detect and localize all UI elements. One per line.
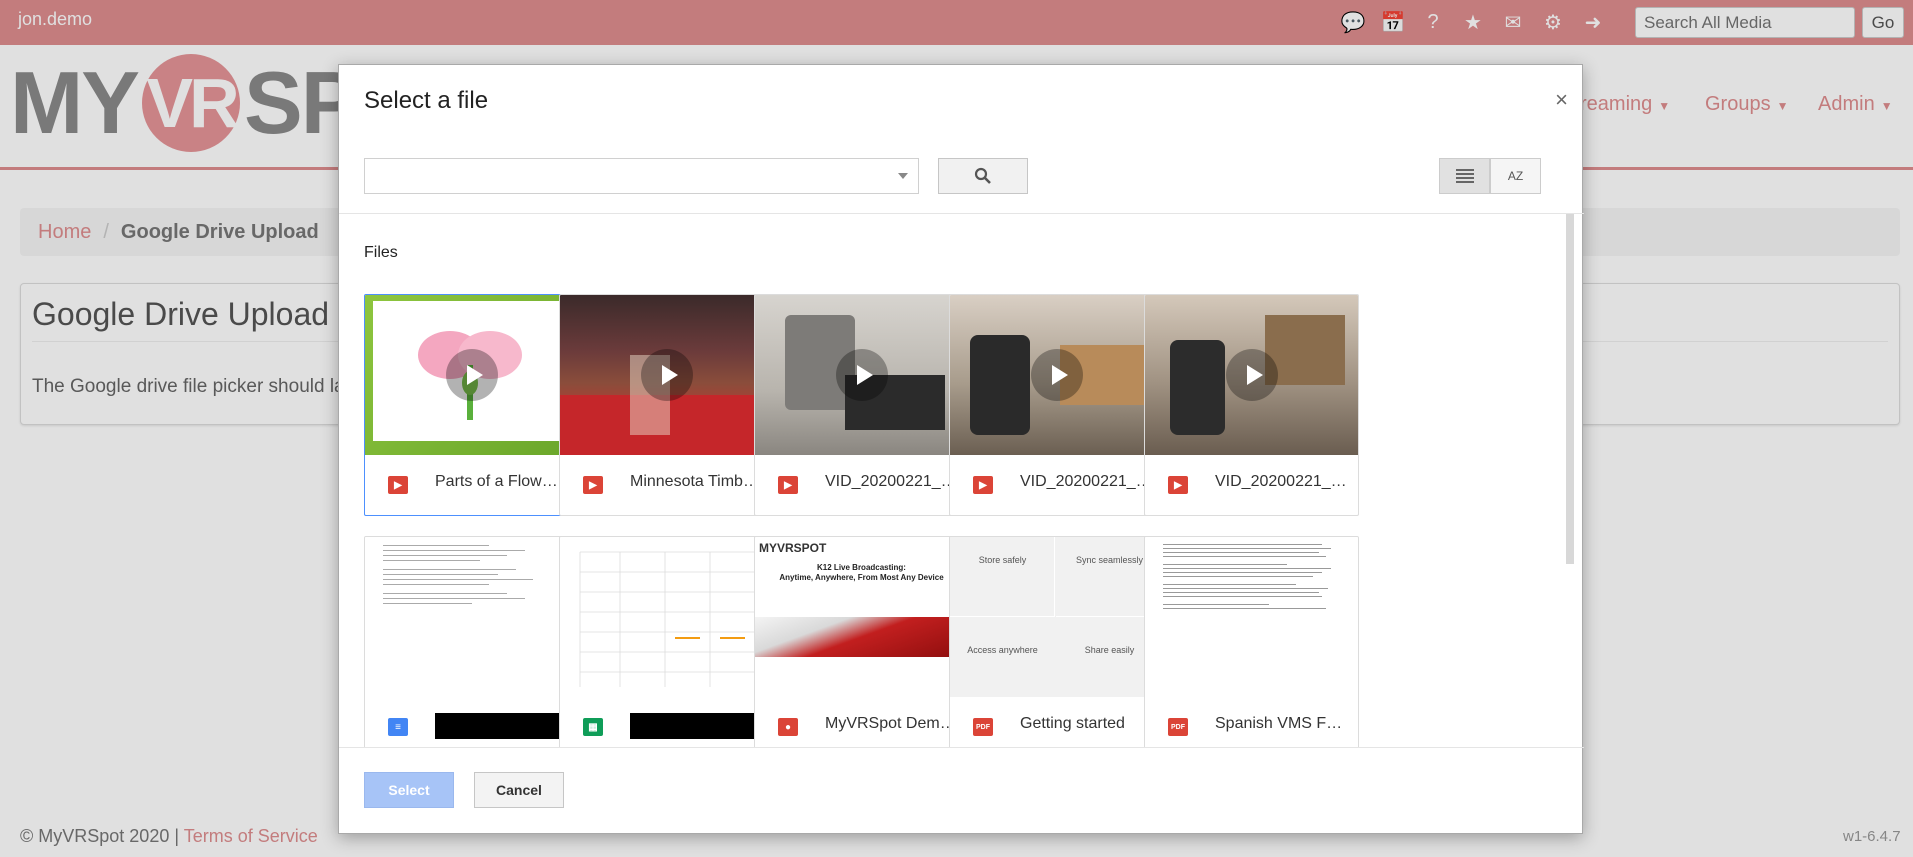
file-picker-dialog: Select a file × AZ Files ▶ Parts of a Fl… [338,64,1584,834]
thumbnail-spanish-doc [1145,537,1358,697]
file-tile[interactable]: ▦ [559,536,774,747]
slides-subtitle: Anytime, Anywhere, From Most Any Device [779,573,944,582]
document-preview-lines [1145,537,1358,616]
thumbnail-flower [365,295,578,455]
play-icon[interactable] [1031,349,1083,401]
file-tile[interactable]: ▶ VID_20200221_… [1144,294,1359,516]
file-name: VID_20200221_… [825,473,957,490]
thumbnail-office-room [1145,295,1358,455]
search-icon [974,167,991,184]
search-button[interactable] [938,158,1028,194]
section-title: Files [364,244,398,261]
file-tile[interactable]: ≡ [364,536,579,747]
google-sheet-icon: ▦ [583,718,603,736]
file-tile[interactable]: Store safely Sync seamlessly Access anyw… [949,536,1164,747]
video-file-icon: ▶ [973,476,993,494]
list-view-icon [1455,169,1474,183]
file-name: VID_20200221_… [1020,473,1152,490]
slides-title: K12 Live Broadcasting: [817,563,906,572]
play-icon[interactable] [446,349,498,401]
play-icon[interactable] [641,349,693,401]
select-button[interactable]: Select [364,772,454,808]
search-query-input[interactable] [364,158,919,194]
cancel-button[interactable]: Cancel [474,772,564,808]
document-preview-lines [365,537,578,612]
thumbnail-spreadsheet [560,537,773,697]
thumbnail-getting-started: Store safely Sync seamlessly Access anyw… [950,537,1163,697]
file-tile[interactable]: ▶ Parts of a Flow… [364,294,579,516]
file-name: Minnesota Timb… [630,473,759,490]
view-toggle: AZ [1439,158,1541,194]
file-tile[interactable]: PDF Spanish VMS F… [1144,536,1359,747]
thumbnail-basketball [560,295,773,455]
slides-file-icon: ● [778,718,798,736]
sort-button[interactable]: AZ [1490,158,1541,194]
video-file-icon: ▶ [778,476,798,494]
gs-access: Access anywhere [967,645,1038,655]
play-icon[interactable] [836,349,888,401]
dropdown-arrow-icon[interactable] [898,173,908,179]
slides-brand: MYVRSPOT [759,541,827,555]
dialog-title: Select a file [364,87,489,114]
spreadsheet-grid [579,551,761,687]
file-list-area: Files ▶ Parts of a Flow… ▶ Minnesota Tim… [339,213,1584,748]
video-file-icon: ▶ [388,476,408,494]
file-tile[interactable]: MYVRSPOT K12 Live Broadcasting: Anytime,… [754,536,969,747]
redacted-file-name [435,713,563,739]
file-name: MyVRSpot Dem… [825,715,956,732]
file-tile[interactable]: ▶ VID_20200221_… [754,294,969,516]
thumbnail-office-heater [755,295,968,455]
file-name: Getting started [1020,715,1125,732]
dialog-footer: Select Cancel [364,772,564,808]
file-name: Parts of a Flow… [435,473,558,490]
pdf-file-icon: PDF [1168,718,1188,736]
sort-az-icon: AZ [1507,169,1524,183]
scrollbar[interactable] [1566,214,1574,564]
file-name: VID_20200221_… [1215,473,1347,490]
close-icon[interactable]: × [1555,87,1568,113]
video-file-icon: ▶ [1168,476,1188,494]
thumbnail-office-chair [950,295,1163,455]
play-icon[interactable] [1226,349,1278,401]
file-tile[interactable]: ▶ VID_20200221_… [949,294,1164,516]
google-doc-icon: ≡ [388,718,408,736]
file-tile[interactable]: ▶ Minnesota Timb… [559,294,774,516]
thumbnail-slides: MYVRSPOT K12 Live Broadcasting: Anytime,… [755,537,968,697]
gs-store: Store safely [978,555,1027,565]
slides-swoosh [755,617,968,657]
pdf-file-icon: PDF [973,718,993,736]
thumbnail-document [365,537,578,697]
redacted-file-name [630,713,770,739]
video-file-icon: ▶ [583,476,603,494]
list-view-button[interactable] [1439,158,1490,194]
file-name: Spanish VMS F… [1215,715,1343,732]
